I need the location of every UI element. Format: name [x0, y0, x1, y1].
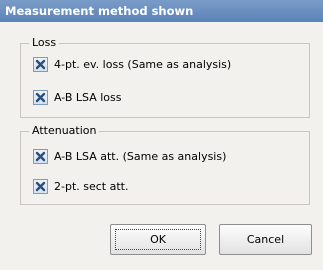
checkmark-x-icon: [35, 151, 46, 161]
cancel-button-label: Cancel: [246, 233, 285, 246]
cancel-button[interactable]: Cancel: [219, 224, 312, 255]
option-ab-lsa-att-label: A-B LSA att. (Same as analysis): [54, 149, 227, 163]
attenuation-group-legend: Attenuation: [29, 124, 100, 137]
checkmark-x-icon: [35, 59, 46, 69]
ok-button-label: OK: [150, 233, 166, 246]
option-2pt-sect-att[interactable]: 2-pt. sect att.: [33, 178, 128, 194]
checkbox-4pt-ev-loss[interactable]: [33, 56, 48, 72]
option-2pt-sect-att-label: 2-pt. sect att.: [54, 179, 129, 193]
attenuation-group: Attenuation A-B LSA att. (Same as analys…: [20, 124, 310, 205]
dialog-title: Measurement method shown: [0, 0, 323, 22]
loss-group: Loss 4-pt. ev. loss (Same as analysis) A…: [20, 36, 310, 118]
checkmark-x-icon: [35, 92, 46, 102]
ok-button[interactable]: OK: [110, 224, 206, 255]
option-4pt-ev-loss[interactable]: 4-pt. ev. loss (Same as analysis): [33, 56, 231, 72]
option-4pt-ev-loss-label: 4-pt. ev. loss (Same as analysis): [54, 57, 232, 71]
checkbox-ab-lsa-att[interactable]: [33, 148, 48, 164]
loss-group-legend: Loss: [29, 36, 60, 49]
measurement-method-dialog: Measurement method shown Loss 4-pt. ev. …: [0, 0, 323, 270]
option-ab-lsa-att[interactable]: A-B LSA att. (Same as analysis): [33, 148, 226, 164]
option-ab-lsa-loss[interactable]: A-B LSA loss: [33, 89, 122, 105]
checkbox-2pt-sect-att[interactable]: [33, 178, 48, 194]
option-ab-lsa-loss-label: A-B LSA loss: [54, 90, 122, 104]
checkbox-ab-lsa-loss[interactable]: [33, 89, 48, 105]
checkmark-x-icon: [35, 181, 46, 191]
